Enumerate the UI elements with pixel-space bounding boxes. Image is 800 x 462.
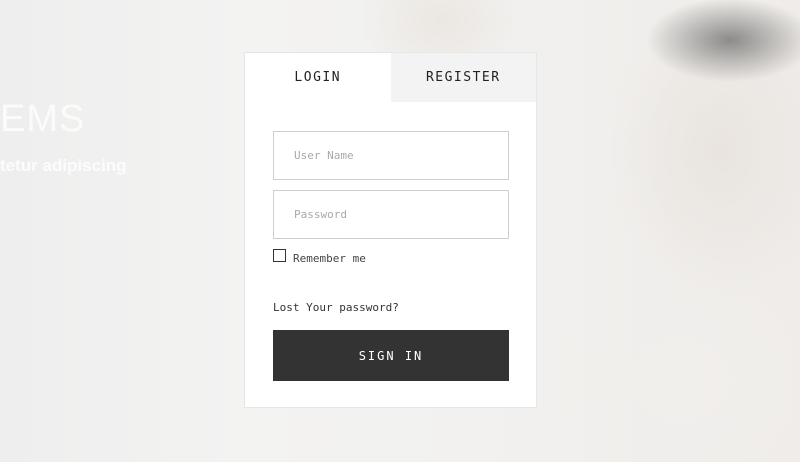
lost-password-link[interactable]: Lost Your password? (273, 301, 399, 314)
login-card: LOGIN REGISTER Remember me Lost Your pas… (244, 52, 537, 408)
password-input[interactable] (273, 190, 509, 239)
remember-me-label: Remember me (293, 252, 366, 265)
tab-login[interactable]: LOGIN (245, 53, 391, 102)
tab-register[interactable]: REGISTER (390, 53, 536, 102)
auth-tabs: LOGIN REGISTER (245, 53, 536, 102)
sign-in-button[interactable]: SIGN IN (273, 330, 509, 381)
hero-heading: EMS (0, 98, 86, 140)
username-input[interactable] (273, 131, 509, 180)
hero-subheading: tetur adipiscing (0, 156, 127, 175)
background-shadow (610, 0, 800, 110)
remember-me-row: Remember me (273, 249, 366, 265)
remember-me-checkbox[interactable] (273, 249, 286, 262)
